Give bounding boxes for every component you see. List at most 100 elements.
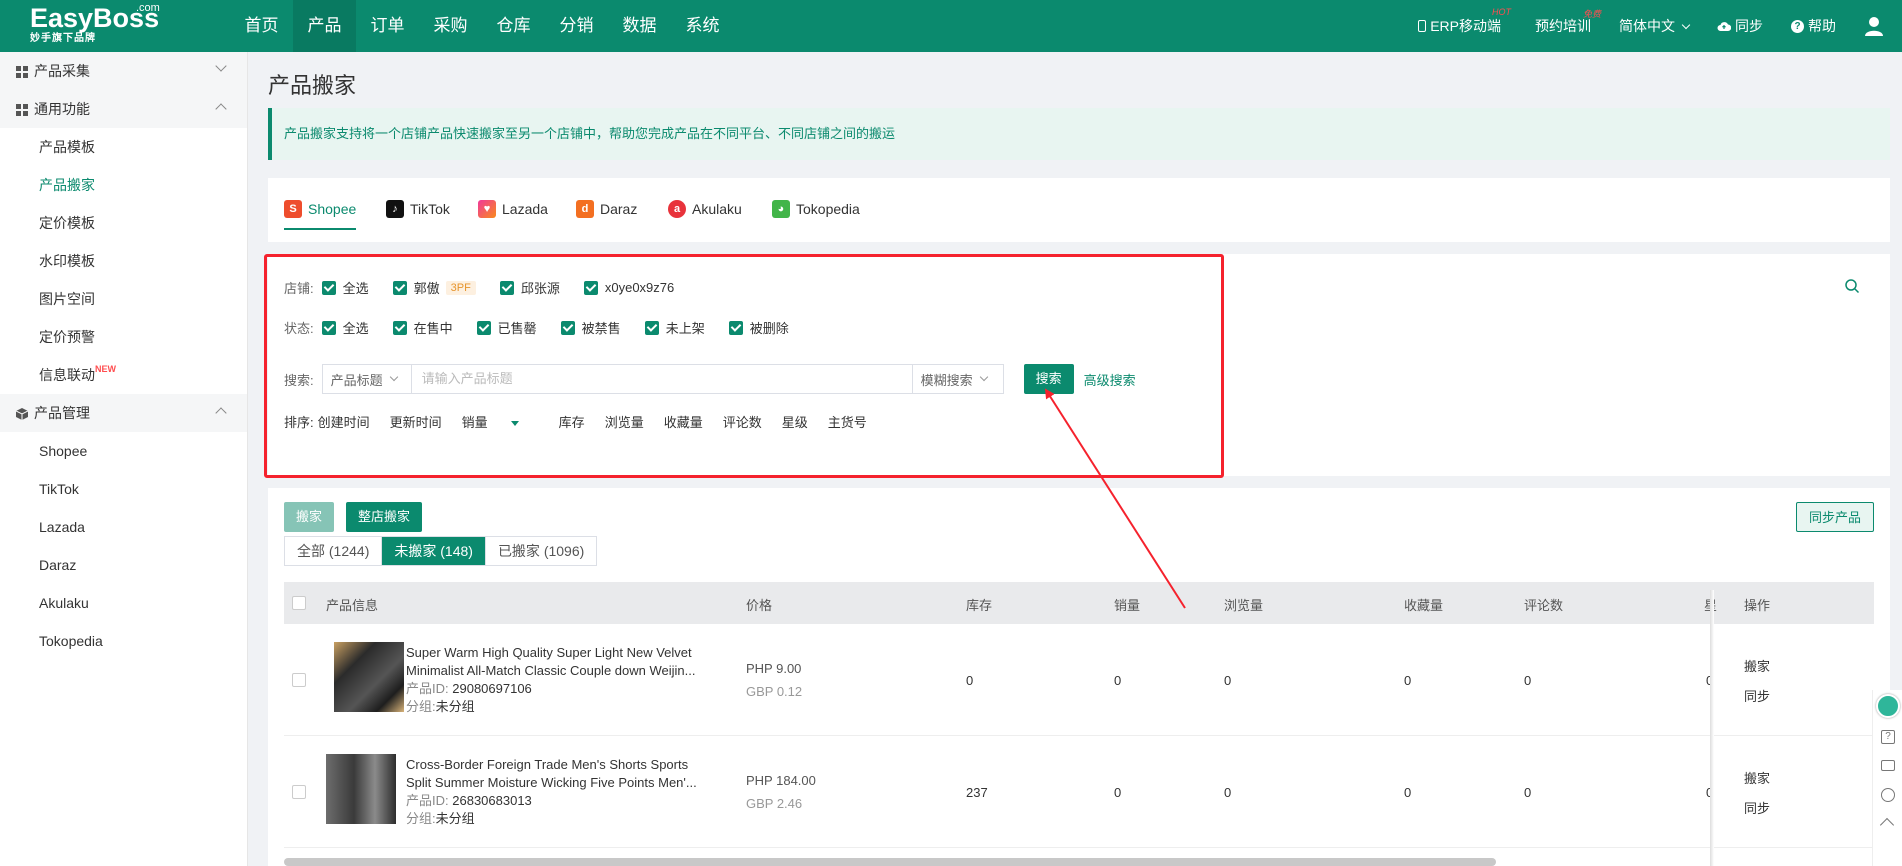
product-title-line1[interactable]: Super Warm High Quality Super Light New … <box>406 644 736 662</box>
shop-checkbox-1[interactable]: 郭傲 3PF <box>392 278 476 297</box>
menu-home[interactable]: 首页 <box>230 0 293 52</box>
sidebar-item-product-template[interactable]: 产品模板 <box>0 128 247 166</box>
sort-sku[interactable]: 主货号 <box>828 412 867 431</box>
tab-lazada[interactable]: ♥ Lazada <box>478 198 548 220</box>
question-icon[interactable]: ? <box>1881 730 1895 744</box>
checkbox-label: 郭傲 <box>413 281 440 296</box>
help-link[interactable]: ? 帮助 <box>1791 16 1836 36</box>
tab-label: Lazada <box>502 201 548 217</box>
language-select[interactable]: 简体中文 <box>1619 16 1691 36</box>
logo[interactable]: EasyBoss .com 妙手旗下品牌 <box>30 2 170 48</box>
row-checkbox[interactable] <box>292 785 306 799</box>
status-checkbox-banned[interactable]: 被禁售 <box>560 318 621 337</box>
status-checkbox-on-sale[interactable]: 在售中 <box>392 318 453 337</box>
sort-views[interactable]: 浏览量 <box>605 412 644 431</box>
menu-warehouse[interactable]: 仓库 <box>482 0 545 52</box>
product-info: Super Warm High Quality Super Light New … <box>406 644 736 716</box>
tab-tokopedia[interactable]: ◕ Tokopedia <box>772 198 860 220</box>
new-badge: NEW <box>95 364 116 374</box>
sidebar-item-image-space[interactable]: 图片空间 <box>0 280 247 318</box>
shop-checkbox-2[interactable]: 邱张源 <box>499 278 560 297</box>
tab-label: Daraz <box>600 201 638 217</box>
sync-products-button[interactable]: 同步产品 <box>1795 502 1874 532</box>
back-to-top-icon[interactable] <box>1879 817 1895 833</box>
menu-distribution[interactable]: 分销 <box>545 0 608 52</box>
sort-rating[interactable]: 星级 <box>782 412 808 431</box>
sidebar-group-collect[interactable]: 产品采集 <box>0 52 247 90</box>
sidebar-item-akulaku[interactable]: Akulaku <box>0 584 247 622</box>
settings-icon[interactable] <box>1881 788 1895 802</box>
search-icon[interactable] <box>1844 278 1860 294</box>
status-checkbox-unlisted[interactable]: 未上架 <box>644 318 705 337</box>
sidebar-item-lazada[interactable]: Lazada <box>0 508 247 546</box>
customer-service-avatar[interactable] <box>1876 694 1900 718</box>
shop-checkbox-3[interactable]: x0ye0x9z76 <box>583 280 674 295</box>
mobile-erp-link[interactable]: ERP移动端 HOT <box>1418 7 1511 36</box>
move-shop-button[interactable]: 整店搬家 <box>346 502 423 532</box>
select-all-checkbox[interactable] <box>292 596 306 610</box>
product-id: 26830683013 <box>452 793 532 808</box>
menu-orders[interactable]: 订单 <box>356 0 419 52</box>
search-input[interactable]: 请输入产品标题 <box>411 364 912 394</box>
search-field-select[interactable]: 产品标题 <box>321 364 412 394</box>
product-title-line1[interactable]: Cross-Border Foreign Trade Men's Shorts … <box>406 756 736 774</box>
row-checkbox[interactable] <box>292 673 306 687</box>
sidebar-group-general[interactable]: 通用功能 <box>0 90 247 128</box>
sidebar-item-product-move[interactable]: 产品搬家 <box>0 166 247 204</box>
status-checkbox-sold-out[interactable]: 已售罄 <box>476 318 537 337</box>
sort-created[interactable]: 创建时间 <box>318 412 370 431</box>
message-icon[interactable] <box>1881 760 1895 771</box>
row-move-link[interactable]: 搬家 <box>1744 658 1770 676</box>
sort-updated[interactable]: 更新时间 <box>390 412 442 431</box>
product-title-line2[interactable]: Minimalist All-Match Classic Couple down… <box>406 662 736 680</box>
training-link[interactable]: 预约培训 免费 <box>1535 9 1601 36</box>
akulaku-icon: a <box>668 200 686 218</box>
product-thumbnail[interactable] <box>326 754 396 824</box>
sidebar-item-info-link[interactable]: 信息联动 NEW <box>0 356 247 394</box>
status-checkbox-deleted[interactable]: 被删除 <box>728 318 789 337</box>
segment-all[interactable]: 全部 (1244) <box>285 537 383 565</box>
fixed-column-shadow <box>1710 590 1714 866</box>
tab-daraz[interactable]: d Daraz <box>576 198 637 220</box>
menu-system[interactable]: 系统 <box>671 0 734 52</box>
sort-sales[interactable]: 销量 <box>462 412 539 431</box>
row-move-link[interactable]: 搬家 <box>1744 770 1770 788</box>
segment-moved[interactable]: 已搬家 (1096) <box>486 537 596 565</box>
product-title-line2[interactable]: Split Summer Moisture Wicking Five Point… <box>406 774 736 792</box>
user-avatar[interactable] <box>1864 16 1884 36</box>
sort-favorites[interactable]: 收藏量 <box>664 412 703 431</box>
sidebar-item-daraz[interactable]: Daraz <box>0 546 247 584</box>
row-sync-link[interactable]: 同步 <box>1744 800 1770 818</box>
advanced-search-link[interactable]: 高级搜索 <box>1084 370 1136 389</box>
segment-not-moved[interactable]: 未搬家 (148) <box>382 537 486 565</box>
row-sync-link[interactable]: 同步 <box>1744 688 1770 706</box>
menu-purchase[interactable]: 采购 <box>419 0 482 52</box>
status-checkbox-all[interactable]: 全选 <box>321 318 369 337</box>
sidebar-item-shopee[interactable]: Shopee <box>0 432 247 470</box>
sidebar-item-pricing-template[interactable]: 定价模板 <box>0 204 247 242</box>
tab-tiktok[interactable]: ♪ TikTok <box>386 198 450 220</box>
sort-stock[interactable]: 库存 <box>559 412 585 431</box>
shop-checkbox-all[interactable]: 全选 <box>321 278 369 297</box>
sort-reviews[interactable]: 评论数 <box>723 412 762 431</box>
top-navbar: EasyBoss .com 妙手旗下品牌 首页 产品 订单 采购 仓库 分销 数… <box>0 0 1902 52</box>
chevron-down-icon <box>979 372 988 382</box>
menu-data[interactable]: 数据 <box>608 0 671 52</box>
group-label: 分组: <box>406 699 436 714</box>
menu-products[interactable]: 产品 <box>293 0 356 52</box>
sidebar-item-tiktok[interactable]: TikTok <box>0 470 247 508</box>
tab-akulaku[interactable]: a Akulaku <box>668 198 742 220</box>
sidebar-item-tokopedia[interactable]: Tokopedia <box>0 622 247 660</box>
reviews-cell: 0 <box>1524 673 1532 688</box>
product-thumbnail[interactable] <box>334 642 404 712</box>
sidebar-item-watermark-template[interactable]: 水印模板 <box>0 242 247 280</box>
tab-shopee[interactable]: S Shopee <box>284 198 357 230</box>
views-cell: 0 <box>1224 673 1232 688</box>
sync-link[interactable]: 同步 <box>1717 16 1763 36</box>
search-button[interactable]: 搜索 <box>1023 364 1074 394</box>
sidebar-group-product-manage[interactable]: 产品管理 <box>0 394 247 432</box>
sidebar-item-price-alert[interactable]: 定价预警 <box>0 318 247 356</box>
horizontal-scrollbar[interactable] <box>284 858 1496 866</box>
search-mode-select[interactable]: 模糊搜索 <box>911 364 1004 394</box>
move-button[interactable]: 搬家 <box>284 502 335 532</box>
